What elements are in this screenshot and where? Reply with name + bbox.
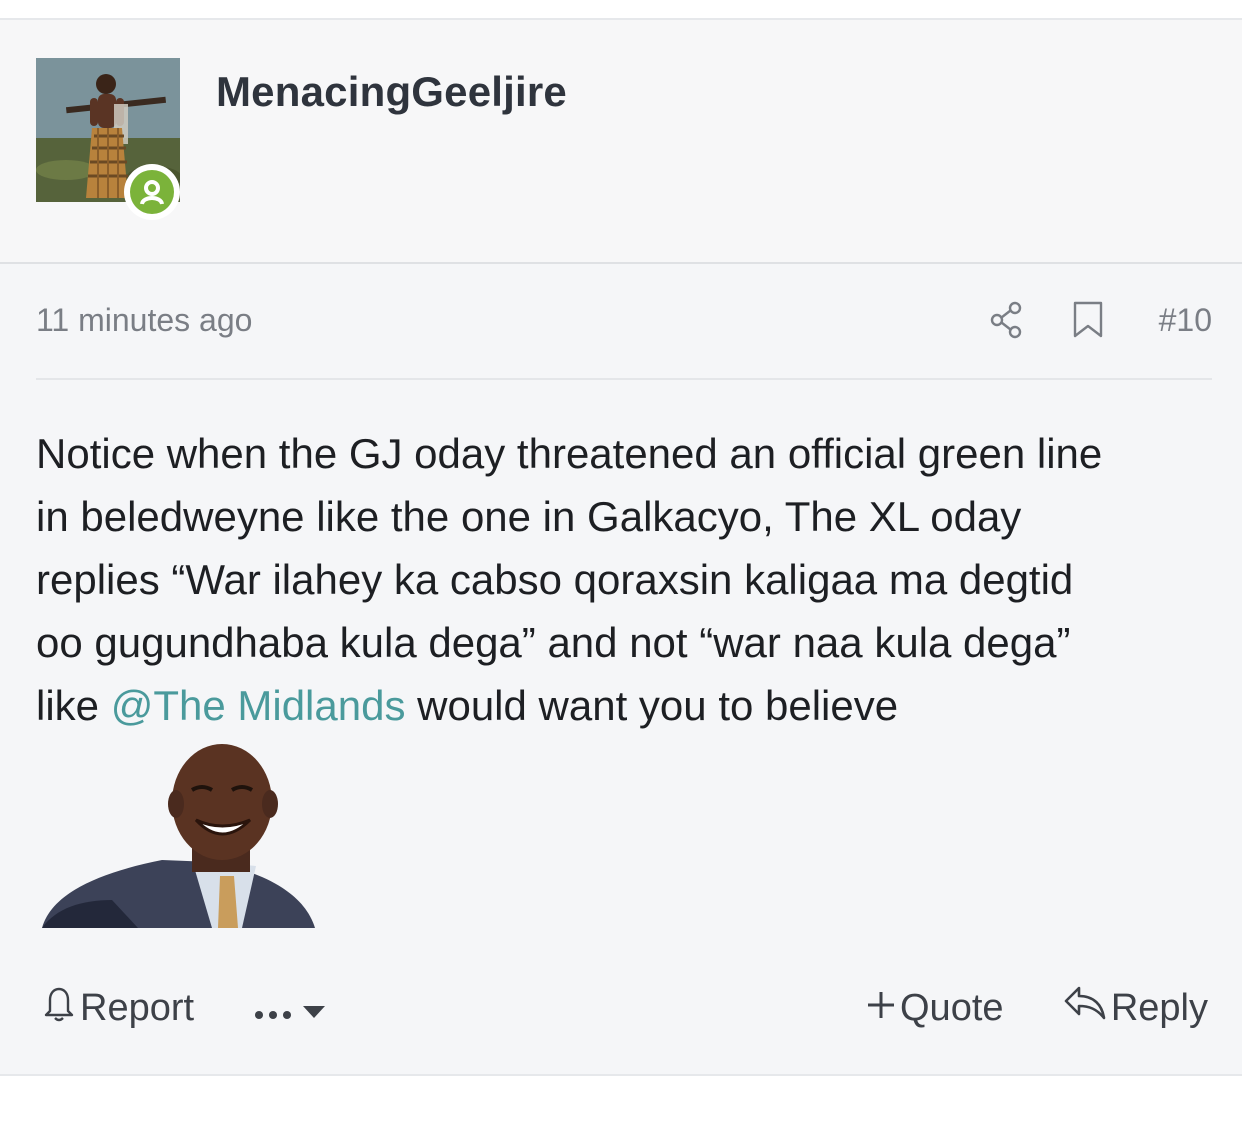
username[interactable]: MenacingGeeljire: [216, 68, 567, 116]
report-button[interactable]: Report: [42, 980, 194, 1036]
online-status-badge: [124, 164, 180, 220]
quote-label: Quote: [900, 986, 1004, 1029]
user-mention-link[interactable]: @The Midlands: [111, 682, 406, 729]
reply-label: Reply: [1110, 986, 1208, 1029]
bell-icon: [42, 983, 76, 1033]
forum-post: MenacingGeeljire 11 minutes ago #10 Noti…: [0, 18, 1242, 1076]
ellipsis-icon: [254, 987, 292, 1030]
meta-divider: [36, 378, 1212, 380]
caret-down-icon: [302, 987, 326, 1030]
post-number-link[interactable]: #10: [1159, 302, 1212, 339]
plus-icon: [866, 987, 896, 1030]
post-meta-row: 11 minutes ago #10: [36, 300, 1212, 345]
reaction-image: [42, 732, 315, 928]
post-user-block: MenacingGeeljire: [0, 20, 1242, 264]
reply-icon: [1063, 984, 1107, 1032]
bookmark-icon[interactable]: [1072, 300, 1104, 345]
post-timestamp[interactable]: 11 minutes ago: [36, 302, 252, 339]
quote-button[interactable]: Quote: [866, 980, 1004, 1036]
message-text-end: would want you to believe: [405, 682, 899, 729]
user-icon: [130, 170, 174, 214]
reply-button[interactable]: Reply: [1063, 980, 1208, 1036]
report-label: Report: [80, 986, 195, 1029]
share-icon[interactable]: [988, 300, 1026, 345]
more-options-menu[interactable]: [254, 980, 326, 1036]
post-actions: Report Quote Reply: [36, 980, 1212, 1040]
post-message: Notice when the GJ oday threatened an of…: [36, 422, 1212, 737]
